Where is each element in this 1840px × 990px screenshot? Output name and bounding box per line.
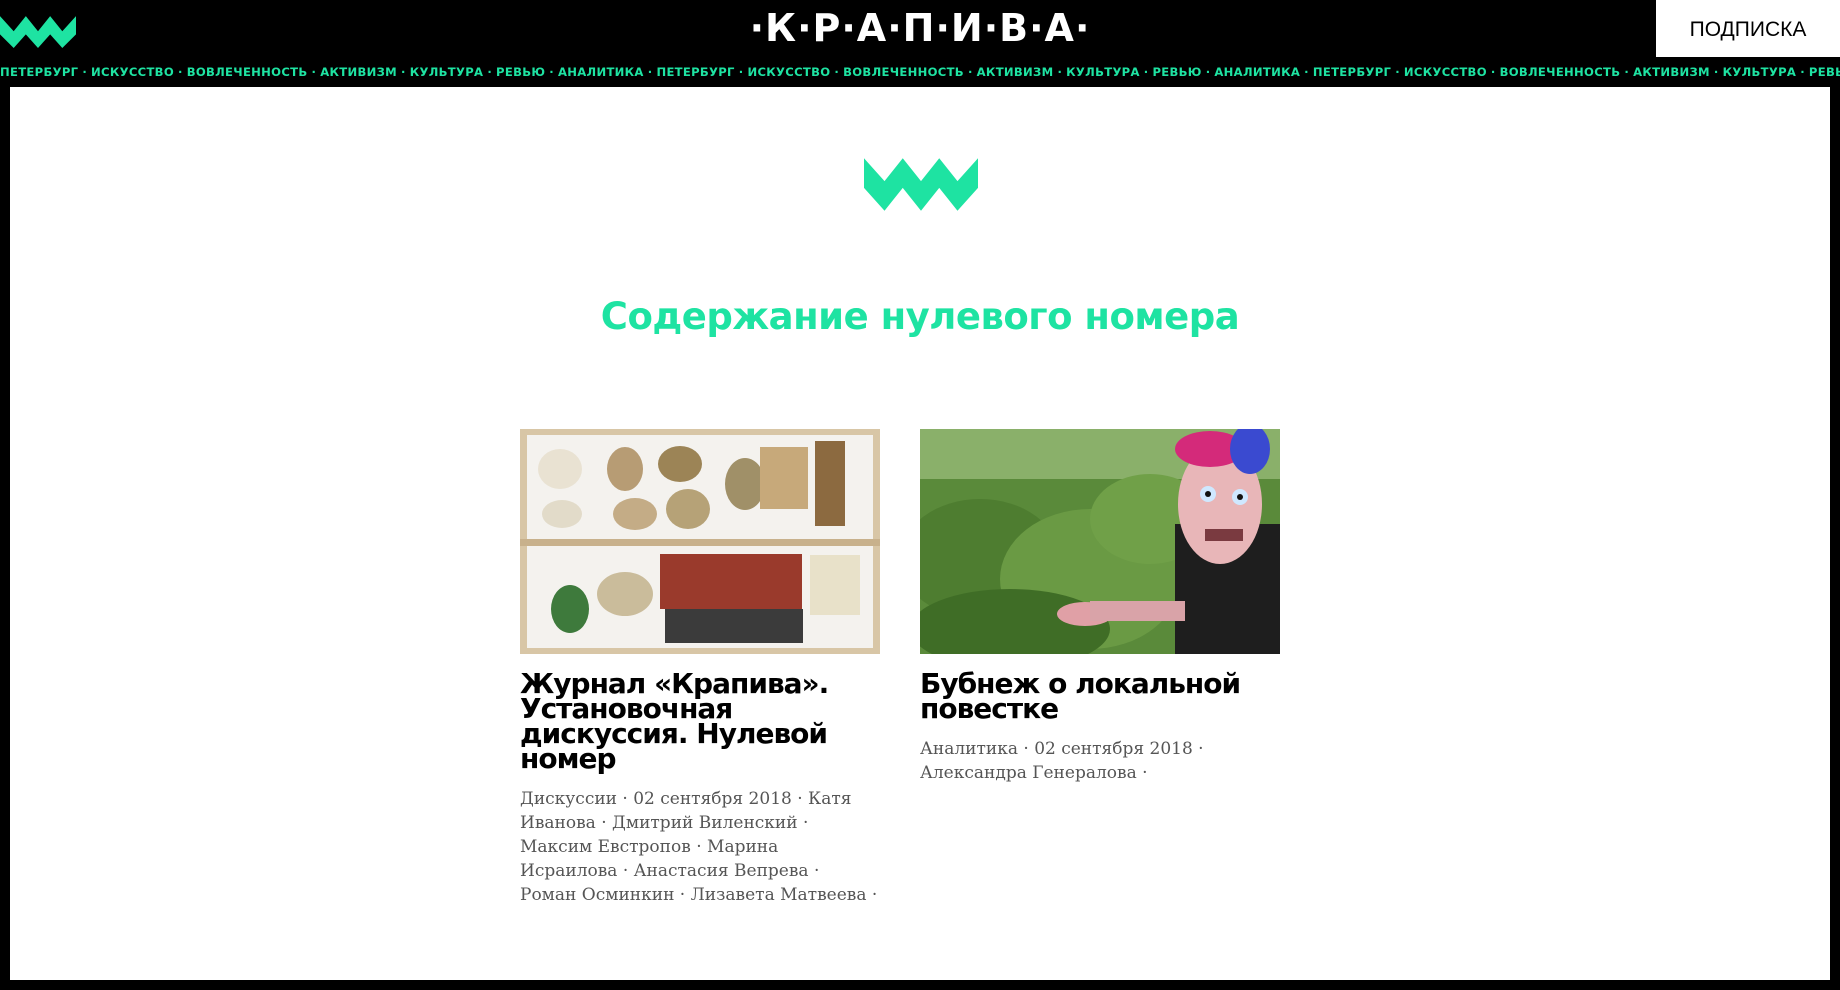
ticker-separator: · — [177, 65, 183, 79]
ticker-separator: · — [311, 65, 317, 79]
herbarium-box-image — [520, 429, 880, 654]
article-title[interactable]: Бубнеж о локальной повестке — [920, 670, 1282, 723]
article-thumbnail[interactable] — [920, 429, 1280, 654]
article-date: 02 сентября 2018 — [1034, 739, 1193, 759]
article-meta: Дискуссии · 02 сентября 2018 · Катя Иван… — [520, 789, 878, 905]
article-date: 02 сентября 2018 — [633, 789, 792, 809]
article-title-link[interactable]: Журнал «Крапива». Установочная дискуссия… — [520, 667, 829, 775]
ticker-separator: · — [549, 65, 554, 79]
ticker-category-link[interactable]: РЕВЬЮ — [496, 65, 545, 79]
article-author[interactable]: Анастасия Вепрева — [634, 861, 809, 881]
ticker-category-link[interactable]: АКТИВИЗМ — [1633, 65, 1710, 79]
ticker-separator: · — [1800, 65, 1805, 79]
article-meta: Аналитика · 02 сентября 2018 · Александр… — [920, 739, 1204, 783]
category-ticker: ПЕТЕРБУРГ · ИСКУССТВО · ВОВЛЕЧЕННОСТЬ · АКТИВИ… — [0, 57, 1840, 87]
ticker-category-link[interactable]: КУЛЬТУРА — [1723, 65, 1797, 79]
zigzag-logo-icon — [864, 158, 978, 211]
ticker-category-link[interactable]: АНАЛИТИКА — [1214, 65, 1300, 79]
ticker-category-link[interactable]: ПЕТЕРБУРГ — [656, 65, 734, 79]
main-content: Содержание нулевого номера Журнал «Крапи… — [10, 87, 1830, 980]
ticker-separator: · — [1713, 65, 1719, 79]
top-bar: ·К·Р·А·П·И·В·А· ПОДПИСКА — [0, 0, 1840, 57]
site-title[interactable]: ·К·Р·А·П·И·В·А· — [0, 0, 1840, 57]
ticker-category-link[interactable]: РЕВЬЮ — [1809, 65, 1840, 79]
ticker-category-link[interactable]: ИСКУССТВО — [1404, 65, 1487, 79]
ticker-separator: · — [1490, 65, 1496, 79]
ticker-separator: · — [1057, 65, 1063, 79]
ticker-separator: · — [834, 65, 840, 79]
zigzag-logo-icon[interactable] — [0, 10, 76, 48]
ticker-separator: · — [647, 65, 653, 79]
article-author[interactable]: Лизавета Матвеева — [691, 885, 867, 905]
article-author[interactable]: Роман Осминкин — [520, 885, 674, 905]
article-card: Бубнеж о локальной повестке Аналитика · … — [920, 429, 1282, 785]
ticker-category-link[interactable]: КУЛЬТУРА — [1066, 65, 1140, 79]
ticker-separator: · — [738, 65, 744, 79]
article-thumbnail[interactable] — [520, 429, 880, 654]
ticker-category-link[interactable]: АНАЛИТИКА — [558, 65, 644, 79]
ticker-separator: · — [1395, 65, 1400, 79]
ticker-category-link[interactable]: АКТИВИЗМ — [977, 65, 1054, 79]
nettle-monster-image — [920, 429, 1280, 654]
ticker-category-link[interactable]: ВОВЛЕЧЕННОСТЬ — [187, 65, 308, 79]
ticker-separator: · — [1205, 65, 1211, 79]
ticker-category-link[interactable]: ИСКУССТВО — [91, 65, 174, 79]
ticker-category-link[interactable]: ВОВЛЕЧЕННОСТЬ — [843, 65, 964, 79]
ticker-separator: · — [1624, 65, 1630, 79]
ticker-category-link[interactable]: ПЕТЕРБУРГ — [0, 65, 78, 79]
article-category[interactable]: Дискуссии — [520, 789, 617, 809]
subscribe-button[interactable]: ПОДПИСКА — [1656, 0, 1840, 57]
article-category[interactable]: Аналитика — [920, 739, 1018, 759]
article-author[interactable]: Максим Евстропов — [520, 837, 691, 857]
article-author[interactable]: Александра Генералова — [920, 763, 1137, 783]
article-card: Журнал «Крапива». Установочная дискуссия… — [520, 429, 882, 907]
page-title: Содержание нулевого номера — [600, 295, 1240, 338]
article-title[interactable]: Журнал «Крапива». Установочная дискуссия… — [520, 670, 882, 773]
ticker-category-link[interactable]: КУЛЬТУРА — [410, 65, 484, 79]
ticker-separator: · — [401, 65, 406, 79]
ticker-separator: · — [967, 65, 973, 79]
ticker-category-link[interactable]: ПЕТЕРБУРГ — [1313, 65, 1391, 79]
ticker-category-link[interactable]: ИСКУССТВО — [747, 65, 830, 79]
ticker-separator: · — [82, 65, 88, 79]
article-author[interactable]: Дмитрий Виленский — [612, 813, 798, 833]
ticker-separator: · — [487, 65, 493, 79]
ticker-separator: · — [1304, 65, 1309, 79]
ticker-category-link[interactable]: АКТИВИЗМ — [320, 65, 397, 79]
article-title-link[interactable]: Бубнеж о локальной повестке — [920, 667, 1241, 725]
ticker-category-link[interactable]: РЕВЬЮ — [1152, 65, 1201, 79]
ticker-separator: · — [1143, 65, 1149, 79]
ticker-category-link[interactable]: ВОВЛЕЧЕННОСТЬ — [1500, 65, 1621, 79]
